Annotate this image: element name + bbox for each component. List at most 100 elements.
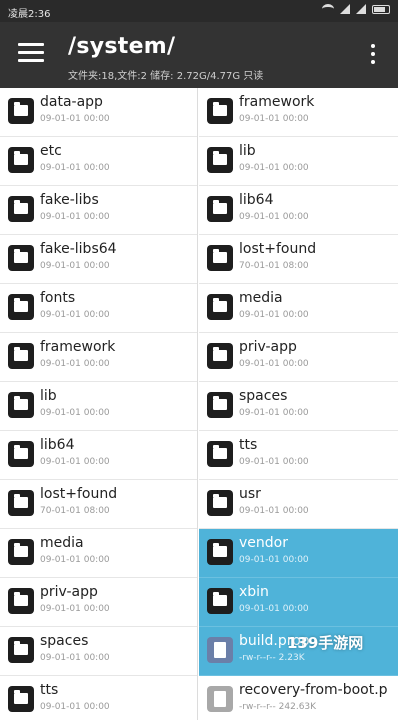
item-name: data-app [40, 94, 103, 110]
folder-icon [207, 196, 233, 222]
item-meta: 09-01-01 00:00 [40, 653, 110, 663]
file-icon [207, 686, 233, 712]
item-name: vendor [239, 535, 288, 551]
item-meta: 09-01-01 00:00 [239, 163, 309, 173]
item-meta: 09-01-01 00:00 [40, 702, 110, 712]
folder-row[interactable]: fonts 09-01-01 00:00 [0, 284, 197, 333]
folder-row[interactable]: lib 09-01-01 00:00 [199, 137, 398, 186]
folder-icon [207, 294, 233, 320]
item-meta: 09-01-01 00:00 [239, 506, 309, 516]
folder-row[interactable]: usr 09-01-01 00:00 [199, 480, 398, 529]
folder-icon [207, 98, 233, 124]
item-name: media [40, 535, 84, 551]
folder-icon [8, 245, 34, 271]
folder-icon [8, 98, 34, 124]
folder-icon [8, 539, 34, 565]
item-meta: 09-01-01 00:00 [239, 114, 309, 124]
left-file-pane[interactable]: data-app 09-01-01 00:00 etc 09-01-01 00:00 f… [0, 88, 198, 720]
folder-icon [8, 490, 34, 516]
folder-row[interactable]: framework 09-01-01 00:00 [0, 333, 197, 382]
item-name: priv-app [40, 584, 98, 600]
folder-row[interactable]: framework 09-01-01 00:00 [199, 88, 398, 137]
folder-row[interactable]: data-app 09-01-01 00:00 [0, 88, 197, 137]
item-name: fonts [40, 290, 76, 306]
status-time: 凌晨2:36 [8, 9, 51, 20]
folder-row[interactable]: etc 09-01-01 00:00 [0, 137, 197, 186]
folder-icon [8, 686, 34, 712]
item-name: lib64 [40, 437, 75, 453]
folder-row[interactable]: fake-libs 09-01-01 00:00 [0, 186, 197, 235]
hamburger-menu-icon[interactable] [18, 43, 44, 65]
item-meta: 09-01-01 00:00 [239, 457, 309, 467]
item-meta: 09-01-01 00:00 [40, 457, 110, 467]
item-name: media [239, 290, 283, 306]
folder-row[interactable]: media 09-01-01 00:00 [199, 284, 398, 333]
folder-icon [8, 392, 34, 418]
folder-row[interactable]: vendor 09-01-01 00:00 [199, 529, 398, 578]
folder-row[interactable]: lost+found 70-01-01 08:00 [0, 480, 197, 529]
item-name: fake-libs64 [40, 241, 117, 257]
status-bar: 凌晨2:36 [0, 0, 398, 22]
folder-icon [207, 588, 233, 614]
overflow-menu-icon[interactable] [370, 44, 376, 66]
file-icon [207, 637, 233, 663]
item-meta: 70-01-01 08:00 [40, 506, 110, 516]
folder-icon [8, 294, 34, 320]
item-name: usr [239, 486, 261, 502]
wifi-icon [322, 4, 334, 14]
folder-icon [8, 588, 34, 614]
item-meta: 09-01-01 00:00 [40, 408, 110, 418]
item-meta: 09-01-01 00:00 [40, 555, 110, 565]
folder-row[interactable]: tts 09-01-01 00:00 [0, 676, 197, 720]
folder-icon [207, 441, 233, 467]
item-name: priv-app [239, 339, 297, 355]
status-icons [322, 4, 390, 14]
file-row[interactable]: recovery-from-boot.p -rw-r--r-- 242.63K [199, 676, 398, 720]
item-meta: 09-01-01 00:00 [40, 261, 110, 271]
item-name: lib [40, 388, 57, 404]
item-meta: 09-01-01 00:00 [239, 212, 309, 222]
folder-row[interactable]: lib64 09-01-01 00:00 [0, 431, 197, 480]
item-name: tts [40, 682, 59, 698]
folder-icon [8, 441, 34, 467]
folder-row[interactable]: spaces 09-01-01 00:00 [0, 627, 197, 676]
folder-row[interactable]: lib 09-01-01 00:00 [0, 382, 197, 431]
folder-row[interactable]: lost+found 70-01-01 08:00 [199, 235, 398, 284]
signal-icon [340, 4, 350, 14]
folder-row[interactable]: spaces 09-01-01 00:00 [199, 382, 398, 431]
folder-icon [207, 245, 233, 271]
item-meta: -rw-r--r-- 242.63K [239, 702, 317, 712]
folder-icon [207, 343, 233, 369]
item-meta: 09-01-01 00:00 [40, 114, 110, 124]
item-meta: 09-01-01 00:00 [239, 555, 309, 565]
folder-row[interactable]: media 09-01-01 00:00 [0, 529, 197, 578]
watermark-text: 139手游网 [287, 634, 364, 652]
item-name: lost+found [40, 486, 118, 502]
signal-icon-2 [356, 4, 366, 14]
right-file-pane[interactable]: framework 09-01-01 00:00 lib 09-01-01 00:00… [199, 88, 398, 720]
folder-icon [8, 637, 34, 663]
item-meta: 09-01-01 00:00 [239, 408, 309, 418]
item-meta: 09-01-01 00:00 [40, 604, 110, 614]
item-name: tts [239, 437, 258, 453]
folder-row[interactable]: lib64 09-01-01 00:00 [199, 186, 398, 235]
item-meta: 09-01-01 00:00 [40, 310, 110, 320]
folder-icon [207, 147, 233, 173]
item-meta: -rw-r--r-- 2.23K [239, 653, 305, 663]
item-name: etc [40, 143, 62, 159]
folder-icon [207, 490, 233, 516]
folder-row[interactable]: fake-libs64 09-01-01 00:00 [0, 235, 197, 284]
item-name: spaces [40, 633, 89, 649]
battery-icon [372, 4, 390, 14]
folder-row[interactable]: tts 09-01-01 00:00 [199, 431, 398, 480]
folder-row[interactable]: priv-app 09-01-01 00:00 [0, 578, 197, 627]
item-name: framework [40, 339, 116, 355]
folder-row[interactable]: xbin 09-01-01 00:00 [199, 578, 398, 627]
item-name: lost+found [239, 241, 317, 257]
item-name: lib [239, 143, 256, 159]
item-name: spaces [239, 388, 288, 404]
item-meta: 09-01-01 00:00 [239, 604, 309, 614]
item-meta: 09-01-01 00:00 [239, 359, 309, 369]
folder-icon [8, 343, 34, 369]
folder-row[interactable]: priv-app 09-01-01 00:00 [199, 333, 398, 382]
